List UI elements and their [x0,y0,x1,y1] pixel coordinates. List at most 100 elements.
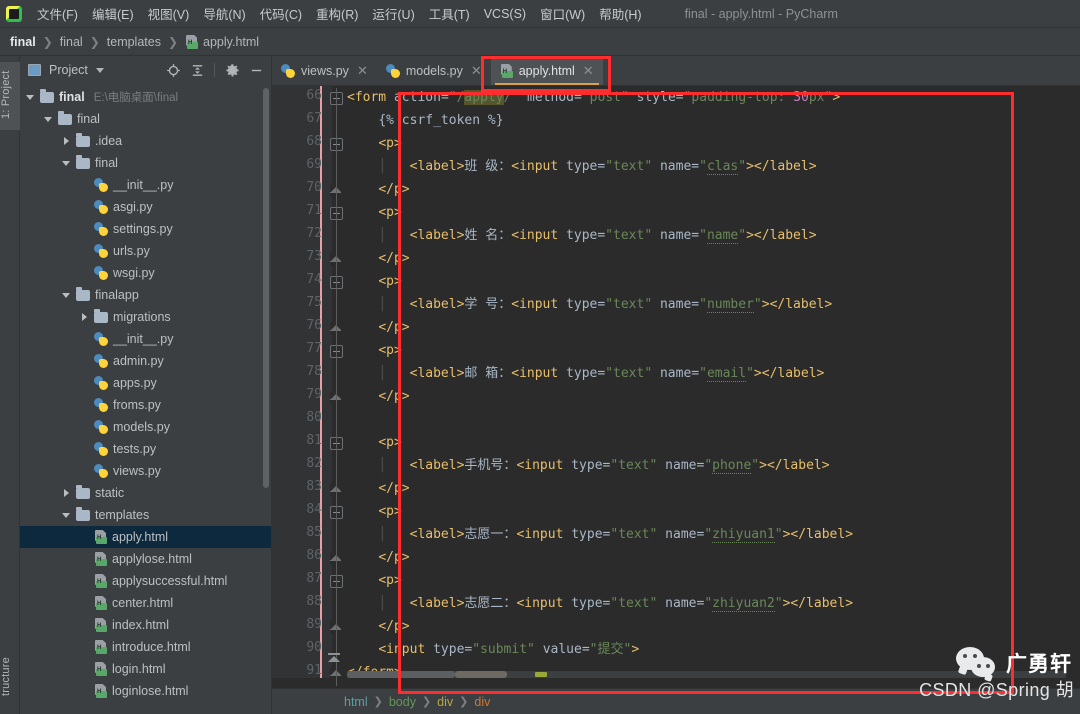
tree-item-final[interactable]: final [20,152,271,174]
python-file-icon [94,442,108,456]
tree-item-__init__.py[interactable]: __init__.py [20,328,271,350]
chevron-down-icon[interactable] [26,93,35,102]
chevron-down-icon[interactable] [62,159,71,168]
python-file-icon [94,464,108,478]
chevron-down-icon[interactable] [62,511,71,520]
tree-item-admin.py[interactable]: admin.py [20,350,271,372]
line-number: 69 [282,157,322,172]
settings-icon[interactable] [221,59,243,81]
editor-tab-views-py[interactable]: views.py✕ [272,56,377,85]
line-number: 78 [282,364,322,379]
tree-item-templates[interactable]: templates [20,504,271,526]
tree-scrollbar[interactable] [263,88,269,488]
navbar-crumb-templates[interactable]: templates [107,35,161,49]
tree-item-asgi.py[interactable]: asgi.py [20,196,271,218]
menu-tools[interactable]: 工具(T) [422,1,477,26]
navbar-crumb-module[interactable]: final [60,35,83,49]
scrollbar-thumb-secondary[interactable] [455,671,507,678]
tree-spacer [80,423,89,432]
breadcrumb-div-outer[interactable]: div [437,695,453,709]
tree-item-urls.py[interactable]: urls.py [20,240,271,262]
hide-icon[interactable] [245,59,267,81]
code-text-area[interactable]: <form action="/apply/" method="post" sty… [347,86,1080,678]
tree-item-.idea[interactable]: .idea [20,130,271,152]
tree-item-tests.py[interactable]: tests.py [20,438,271,460]
python-file-icon [94,222,108,236]
menu-code[interactable]: 代码(C) [253,1,309,26]
tree-spacer [80,445,89,454]
tree-item-center.html[interactable]: center.html [20,592,271,614]
close-icon[interactable]: ✕ [583,63,594,79]
locate-icon[interactable] [162,59,184,81]
menu-file[interactable]: 文件(F) [30,1,85,26]
chevron-right-icon[interactable] [80,313,89,322]
menu-run[interactable]: 运行(U) [365,1,421,26]
line-number: 88 [282,594,322,609]
tree-item-migrations[interactable]: migrations [20,306,271,328]
tree-item-applysuccessful.html[interactable]: applysuccessful.html [20,570,271,592]
tree-item-static[interactable]: static [20,482,271,504]
menu-help[interactable]: 帮助(H) [592,1,648,26]
breadcrumb-div-inner[interactable]: div [474,695,490,709]
tree-item-icon [94,332,108,346]
tree-spacer [80,643,89,652]
tree-spacer [80,357,89,366]
menu-vcs[interactable]: VCS(S) [477,4,533,24]
tree-spacer [80,621,89,630]
tree-item-apps.py[interactable]: apps.py [20,372,271,394]
menu-view[interactable]: 视图(V) [141,1,197,26]
tree-item-applylose.html[interactable]: applylose.html [20,548,271,570]
code-folding-column[interactable] [327,86,347,678]
scrollbar-marker [535,672,547,677]
chevron-right-icon: ❯ [374,695,383,708]
tree-item-introduce.html[interactable]: introduce.html [20,636,271,658]
editor-tab-apply-html[interactable]: apply.html✕ [491,56,603,85]
line-number-gutter: 6667686970717273747576777879808182838485… [272,86,332,678]
tree-item-apply.html[interactable]: apply.html [20,526,271,548]
project-file-tree[interactable]: finalE:\电脑桌面\finalfinal.ideafinal__init_… [20,84,271,714]
python-file-icon [94,376,108,390]
tree-item-models.py[interactable]: models.py [20,416,271,438]
menu-edit[interactable]: 编辑(E) [85,1,141,26]
scrollbar-thumb[interactable] [347,671,455,678]
navbar-crumb-file[interactable]: apply.html [185,35,259,49]
tree-item-loginlose.html[interactable]: loginlose.html [20,680,271,702]
collapse-all-icon[interactable] [186,59,208,81]
horizontal-scrollbar[interactable] [347,669,1066,678]
tree-item-index.html[interactable]: index.html [20,614,271,636]
menu-window[interactable]: 窗口(W) [533,1,592,26]
line-number: 89 [282,617,322,632]
breadcrumb-body[interactable]: body [389,695,416,709]
chevron-right-icon[interactable] [62,137,71,146]
fold-caret-icon[interactable] [328,653,341,664]
tree-item-login.html[interactable]: login.html [20,658,271,680]
menu-refactor[interactable]: 重构(R) [309,1,365,26]
chevron-down-icon[interactable] [96,68,104,73]
tree-item-froms.py[interactable]: froms.py [20,394,271,416]
tree-item-icon [94,464,108,478]
close-icon[interactable]: ✕ [471,63,482,79]
tree-item-__init__.py[interactable]: __init__.py [20,174,271,196]
tree-item-views.py[interactable]: views.py [20,460,271,482]
chevron-right-icon[interactable] [62,489,71,498]
tree-spacer [80,181,89,190]
tree-item-settings.py[interactable]: settings.py [20,218,271,240]
tree-item-finalapp[interactable]: finalapp [20,284,271,306]
close-icon[interactable]: ✕ [357,63,368,79]
code-editor[interactable]: 6667686970717273747576777879808182838485… [272,86,1080,678]
tool-button-structure[interactable]: tructure [0,644,20,710]
line-number: 66 [282,88,322,103]
breadcrumb-html[interactable]: html [344,695,368,709]
menu-navigate[interactable]: 导航(N) [196,1,252,26]
project-panel-title: Project [49,63,88,77]
editor-tab-models-py[interactable]: models.py✕ [377,56,491,85]
tree-item-final[interactable]: finalE:\电脑桌面\final [20,86,271,108]
tool-button-project[interactable]: 1: Project [0,62,20,130]
tree-item-icon [94,376,108,390]
chevron-down-icon[interactable] [44,115,53,124]
tree-item-icon [94,618,107,632]
navbar-crumb-project[interactable]: final [10,35,36,49]
tree-item-final[interactable]: final [20,108,271,130]
tree-item-wsgi.py[interactable]: wsgi.py [20,262,271,284]
chevron-down-icon[interactable] [62,291,71,300]
